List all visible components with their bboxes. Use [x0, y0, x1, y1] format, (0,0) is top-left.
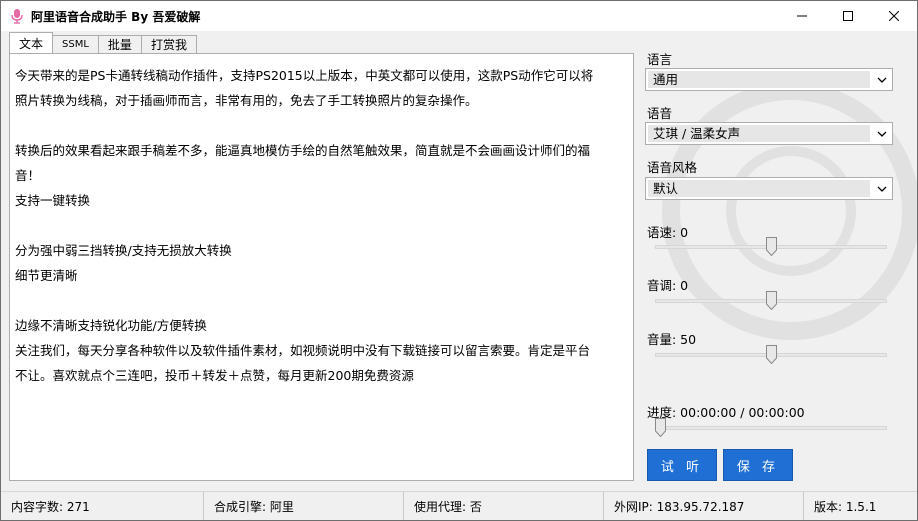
editor-line: 今天带来的是PS卡通转线稿动作插件，支持PS2015以上版本，中英文都可以使用，…	[15, 68, 594, 83]
editor-line: 分为强中弱三挡转换/支持无损放大转换	[15, 243, 232, 258]
style-label: 语音风格	[647, 160, 698, 175]
close-button[interactable]	[871, 1, 917, 31]
chevron-down-icon	[872, 178, 892, 199]
tab-text[interactable]: 文本	[9, 32, 54, 53]
editor-line: 细节更清晰	[15, 268, 78, 283]
editor-line: 不让。喜欢就点个三连吧，投币＋转发＋点赞，每月更新200期免费资源	[15, 368, 414, 383]
language-value: 通用	[648, 71, 870, 88]
voice-select[interactable]: 艾琪 / 温柔女声	[645, 122, 893, 145]
window-controls	[779, 1, 917, 31]
tab-strip: 文本 SSML 批量 打赏我	[9, 32, 197, 53]
editor-line: 边缘不清晰支持锐化功能/方便转换	[15, 318, 207, 333]
volume-slider[interactable]	[655, 345, 887, 365]
speed-slider[interactable]	[655, 237, 887, 257]
editor-line: 支持一键转换	[15, 193, 91, 208]
maximize-icon	[843, 11, 853, 21]
language-select[interactable]: 通用	[645, 68, 893, 91]
window-title: 阿里语音合成助手 By 吾爱破解	[31, 9, 201, 24]
title-bar: 阿里语音合成助手 By 吾爱破解	[1, 1, 917, 31]
close-icon	[889, 11, 899, 21]
slider-thumb[interactable]	[766, 237, 777, 256]
chevron-down-icon	[872, 69, 892, 90]
editor-line	[15, 213, 628, 238]
status-bar: 内容字数: 271 合成引擎: 阿里 使用代理: 否 外网IP: 183.95.…	[1, 491, 917, 520]
chevron-down-icon	[872, 123, 892, 144]
editor-line: 照片转换为线稿，对于插画师而言，非常有用的，免去了手工转换照片的复杂操作。	[15, 93, 478, 108]
status-proxy: 使用代理: 否	[404, 492, 604, 520]
status-char-count: 内容字数: 271	[1, 492, 204, 520]
microphone-icon	[11, 9, 23, 24]
slider-thumb[interactable]	[766, 345, 777, 364]
editor-line: 转换后的效果看起来跟手稿差不多，能逼真地模仿手绘的自然笔触效果，简直就是不会画画…	[15, 143, 591, 158]
progress-slider[interactable]	[655, 418, 887, 438]
editor-line	[15, 288, 628, 313]
tab-ssml[interactable]: SSML	[52, 35, 99, 53]
text-editor[interactable]: 今天带来的是PS卡通转线稿动作插件，支持PS2015以上版本，中英文都可以使用，…	[9, 53, 634, 481]
editor-line	[15, 113, 628, 138]
editor-line: 音！	[15, 168, 41, 183]
slider-thumb[interactable]	[655, 418, 666, 437]
tab-donate[interactable]: 打赏我	[140, 35, 197, 53]
maximize-button[interactable]	[825, 1, 871, 31]
status-engine: 合成引擎: 阿里	[204, 492, 404, 520]
slider-track	[655, 426, 887, 430]
status-ip: 外网IP: 183.95.72.187	[604, 492, 804, 520]
slider-thumb[interactable]	[766, 291, 777, 310]
save-button[interactable]: 保 存	[723, 449, 793, 481]
voice-label: 语音	[647, 106, 673, 121]
app-window: 阿里语音合成助手 By 吾爱破解 文本 SSML 批量 打赏我 今天带来的是PS…	[0, 0, 918, 521]
voice-value: 艾琪 / 温柔女声	[648, 125, 870, 142]
pitch-slider[interactable]	[655, 291, 887, 311]
minimize-icon	[797, 15, 807, 17]
language-label: 语言	[647, 52, 673, 67]
editor-line: 关注我们，每天分享各种软件以及软件插件素材，如视频说明中没有下载链接可以留言索要…	[15, 343, 591, 358]
style-value: 默认	[648, 180, 870, 197]
tab-batch[interactable]: 批量	[97, 35, 142, 53]
preview-button[interactable]: 试 听	[647, 449, 717, 481]
status-version: 版本: 1.5.1	[814, 500, 877, 514]
minimize-button[interactable]	[779, 1, 825, 31]
style-select[interactable]: 默认	[645, 177, 893, 200]
